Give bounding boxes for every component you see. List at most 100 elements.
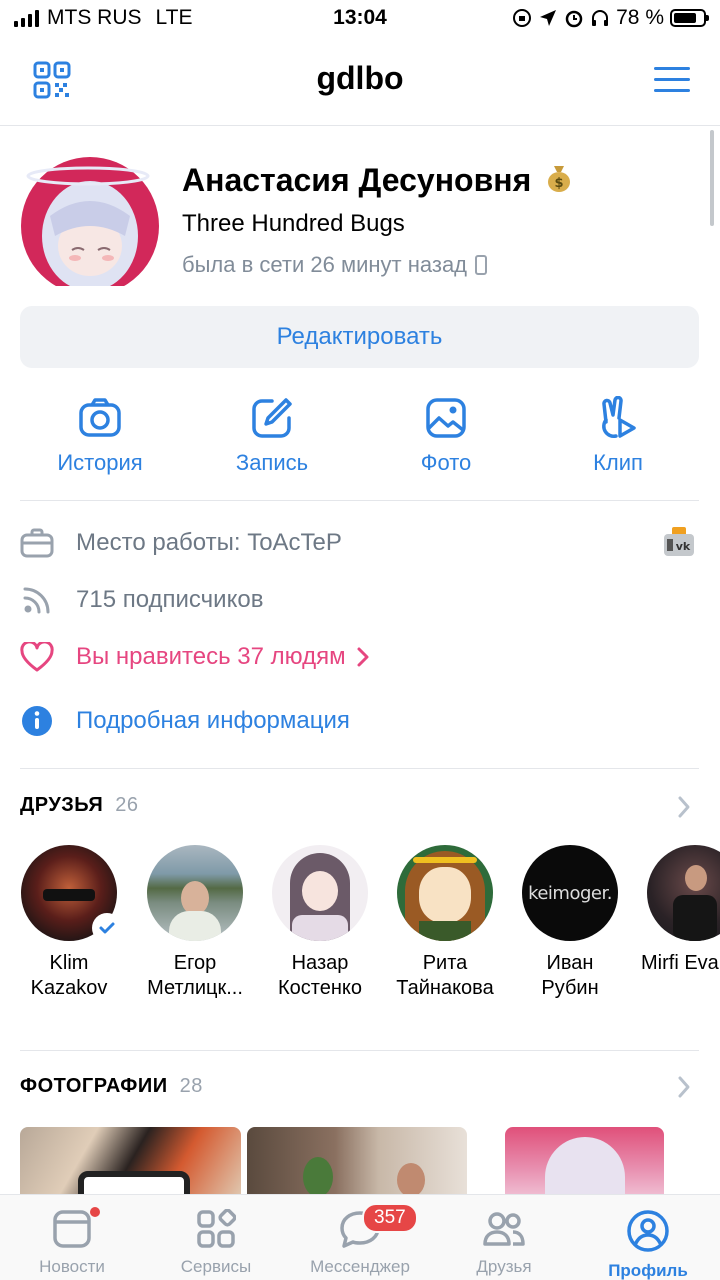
- headphones-icon: [592, 10, 609, 26]
- tab-profile[interactable]: Профиль: [576, 1203, 720, 1280]
- news-icon: [53, 1210, 91, 1248]
- friend-first-name: Назар: [291, 952, 349, 974]
- friend-avatar: keimoger.: [522, 845, 618, 941]
- friend-item[interactable]: Рита Тайнакова: [380, 845, 510, 1001]
- briefcase-icon: [20, 526, 54, 560]
- svg-text:$: $: [555, 176, 564, 191]
- divider: [20, 1050, 699, 1051]
- mobile-icon: [475, 255, 488, 275]
- profile-name-text: Анастасия Десуновня: [182, 162, 532, 198]
- clip-icon: [602, 396, 636, 438]
- friend-first-name: Егор: [173, 952, 217, 974]
- tab-label: Профиль: [608, 1261, 688, 1280]
- profile-status: Three Hundred Bugs: [182, 210, 405, 237]
- photos-count: 28: [179, 1075, 203, 1097]
- followers-row[interactable]: 715 подписчиков: [20, 580, 700, 620]
- friend-first-name: Иван: [546, 952, 594, 974]
- post-label: Запись: [235, 450, 309, 475]
- verified-icon: [92, 913, 122, 943]
- status-bar: MTS RUS LTE 13:04 78 %: [0, 0, 720, 40]
- friend-avatar: [397, 845, 493, 941]
- followers-text: 715 подписчиков: [76, 586, 264, 613]
- friend-last-name: Kazakov: [30, 977, 108, 999]
- alarm-icon: [565, 10, 583, 28]
- toaster-icon: vk: [664, 527, 694, 556]
- details-text: Подробная информация: [76, 707, 350, 734]
- story-button[interactable]: История: [30, 390, 170, 476]
- tab-news[interactable]: Новости: [0, 1203, 144, 1277]
- friend-last-name: Тайнакова: [396, 977, 494, 999]
- photo-thumbnail[interactable]: [505, 1127, 664, 1197]
- location-icon: [540, 10, 557, 26]
- quick-actions: История Запись Фото Клип: [0, 390, 720, 500]
- friend-item[interactable]: Mirfi Eva: [630, 845, 720, 976]
- friend-avatar: [147, 845, 243, 941]
- likes-row[interactable]: Вы нравитесь 37 людям: [20, 637, 700, 677]
- tab-services[interactable]: Сервисы: [144, 1203, 288, 1277]
- clip-button[interactable]: Клип: [548, 390, 688, 476]
- photo-thumbnail[interactable]: [20, 1127, 241, 1197]
- online-status-text: была в сети 26 минут назад: [182, 252, 468, 277]
- friend-avatar-text: keimoger.: [528, 882, 612, 904]
- tab-label: Сервисы: [180, 1257, 252, 1276]
- friends-section-title[interactable]: ДРУЗЬЯ 26: [20, 794, 139, 817]
- tab-friends[interactable]: Друзья: [432, 1203, 576, 1277]
- rss-icon: [20, 583, 54, 617]
- divider: [20, 500, 699, 501]
- info-icon: [20, 704, 54, 738]
- app-header: gdlbo: [0, 40, 720, 126]
- friend-item[interactable]: Егор Метлицк...: [130, 845, 260, 1001]
- friend-item[interactable]: Назар Костенко: [255, 845, 385, 1001]
- chevron-right-icon: [357, 647, 369, 667]
- image-icon: [426, 398, 466, 438]
- tab-label: Друзья: [476, 1257, 532, 1276]
- tab-messenger[interactable]: 357 Мессенджер: [288, 1203, 432, 1277]
- friends-list: Klim Kazakov Егор Метлицк... Назар Косте…: [0, 845, 720, 1015]
- avatar[interactable]: [20, 156, 160, 286]
- friend-item[interactable]: keimoger. Иван Рубин: [505, 845, 635, 1001]
- work-row[interactable]: Место работы: ToAcTeP vk: [20, 523, 700, 563]
- chevron-right-icon[interactable]: [676, 795, 692, 819]
- post-button[interactable]: Запись: [202, 390, 342, 476]
- profile-name: Анастасия Десуновня $: [182, 162, 572, 199]
- unread-badge: 357: [362, 1203, 418, 1233]
- friend-first-name: Рита: [422, 952, 468, 974]
- page-title: gdlbo: [316, 60, 404, 96]
- details-row[interactable]: Подробная информация: [20, 701, 700, 741]
- friend-last-name: Рубин: [541, 977, 599, 999]
- friend-avatar: [647, 845, 720, 941]
- photo-thumbnail[interactable]: [247, 1127, 467, 1197]
- services-icon: [197, 1209, 236, 1248]
- story-label: История: [57, 450, 143, 475]
- profile-icon: [627, 1210, 669, 1252]
- friend-first-name: Klim: [49, 952, 89, 974]
- photos-section-title[interactable]: ФОТОГРАФИИ 28: [20, 1075, 203, 1098]
- photos-grid: [0, 1127, 720, 1197]
- photo-label: Фото: [420, 450, 472, 475]
- friend-last-name: Метлицк...: [147, 977, 243, 999]
- news-notification-dot: [90, 1207, 100, 1217]
- status-right: 78 %: [512, 6, 709, 30]
- menu-icon[interactable]: [654, 64, 690, 96]
- tab-label: Новости: [39, 1257, 105, 1276]
- friends-title: ДРУЗЬЯ: [20, 794, 104, 816]
- photo-button[interactable]: Фото: [376, 390, 516, 476]
- photos-title: ФОТОГРАФИИ: [20, 1075, 168, 1097]
- chevron-right-icon[interactable]: [676, 1075, 692, 1099]
- friends-count: 26: [115, 794, 139, 816]
- edit-profile-button[interactable]: Редактировать: [20, 306, 699, 368]
- likes-text: Вы нравитесь 37 людям: [76, 643, 346, 670]
- camera-icon: [79, 398, 121, 437]
- work-text: Место работы: ToAcTeP: [76, 529, 342, 556]
- friend-first-name: Mirfi Eva: [641, 952, 719, 974]
- friend-last-name: Костенко: [278, 977, 362, 999]
- online-status: была в сети 26 минут назад: [182, 252, 488, 278]
- money-bag-icon: $: [548, 166, 571, 192]
- battery-percent: 78 %: [616, 6, 664, 29]
- profile-header: Анастасия Десуновня $ Three Hundred Bugs…: [0, 126, 720, 306]
- tab-label: Мессенджер: [310, 1257, 410, 1276]
- divider: [20, 768, 699, 769]
- friend-item[interactable]: Klim Kazakov: [4, 845, 134, 1001]
- friend-avatar: [272, 845, 368, 941]
- svg-text:vk: vk: [676, 540, 691, 553]
